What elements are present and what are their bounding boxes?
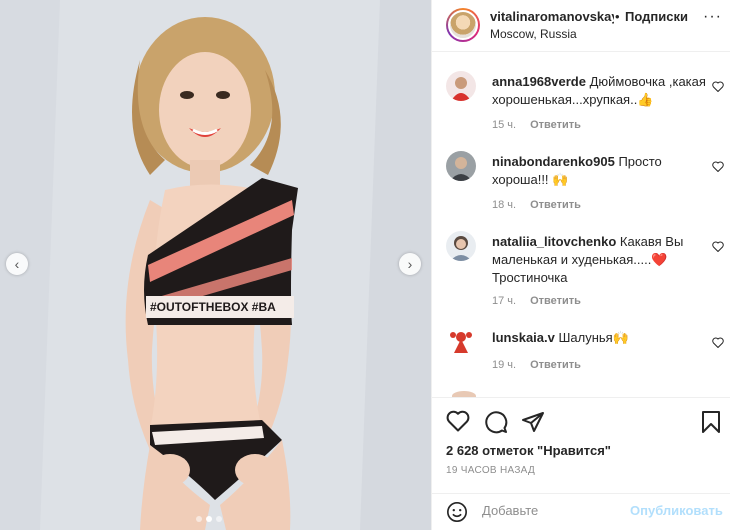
header-separator: • [615, 9, 620, 24]
bookmark-icon [702, 411, 720, 433]
smiley-icon [447, 502, 467, 522]
comment-item: nataliia_litovchenko Какавя Вы маленькая… [432, 213, 730, 309]
comment-text: nataliia_litovchenko Какавя Вы маленькая… [492, 234, 684, 285]
commenter-avatar[interactable] [446, 327, 476, 357]
comment-text: ninabondarenko905 Просто хороша!!! 🙌 [492, 154, 662, 187]
more-options-icon[interactable]: ··· [703, 8, 722, 26]
carousel-indicator [196, 516, 222, 522]
following-button[interactable]: Подписки [625, 9, 688, 24]
publish-button[interactable]: Опубликовать [630, 503, 723, 518]
post-location[interactable]: Moscow, Russia [490, 27, 577, 41]
post-side-panel: vitalinaromanovskaya • Подписки Moscow, … [431, 0, 730, 530]
emoji-button[interactable] [446, 501, 468, 528]
add-comment-row: Опубликовать [432, 493, 730, 528]
commenter-username[interactable]: anna1968verde [492, 74, 586, 89]
reply-button[interactable]: Ответить [530, 359, 581, 371]
heart-icon[interactable] [712, 241, 724, 255]
commenter-username[interactable]: ninabondarenko905 [492, 154, 615, 169]
carousel-dot [216, 516, 222, 522]
post-actions: 2 628 отметок "Нравится" 19 ЧАСОВ НАЗАД … [432, 397, 730, 527]
comment-item: ninabondarenko905 Просто хороша!!! 🙌 18 … [432, 133, 730, 213]
save-button[interactable] [701, 410, 721, 439]
comment-button[interactable] [484, 410, 508, 439]
comment-item: lunskaia.v Шалунья🙌 19 ч. Ответить [432, 309, 730, 389]
comment-icon [485, 411, 508, 434]
comment-text: anna1968verde Дюймовочка ,какая хорошень… [492, 74, 706, 107]
comment-text: lunskaia.v Шалунья🙌 [492, 330, 629, 345]
heart-icon[interactable] [712, 81, 724, 95]
reply-button[interactable]: Ответить [530, 199, 581, 211]
comment-meta: 19 ч. Ответить [492, 359, 581, 371]
commenter-avatar[interactable] [446, 151, 476, 181]
model-illustration: #OUTOFTHEBOX #BA [0, 0, 431, 530]
comments-list: anna1968verde Дюймовочка ,какая хорошень… [432, 53, 730, 397]
heart-icon[interactable] [712, 337, 724, 351]
post-timestamp[interactable]: 19 ЧАСОВ НАЗАД [446, 465, 535, 476]
commenter-avatar[interactable] [446, 231, 476, 261]
comment-item: anna1968verde Дюймовочка ,какая хорошень… [432, 53, 730, 133]
chevron-right-icon: › [407, 256, 413, 272]
author-username[interactable]: vitalinaromanovskaya [490, 9, 614, 24]
comment-time[interactable]: 18 ч. [492, 199, 516, 211]
reply-button[interactable]: Ответить [530, 119, 581, 131]
previous-photo-button[interactable]: ‹ [6, 253, 28, 275]
commenter-username[interactable]: nataliia_litovchenko [492, 234, 616, 249]
like-button[interactable] [446, 410, 470, 437]
author-avatar[interactable] [446, 8, 480, 42]
post-header: vitalinaromanovskaya • Подписки Moscow, … [432, 0, 730, 52]
commenter-avatar[interactable] [446, 71, 476, 101]
comment-meta: 18 ч. Ответить [492, 199, 581, 211]
likes-count[interactable]: 2 628 отметок "Нравится" [446, 443, 611, 458]
heart-icon [446, 410, 470, 432]
commenter-username[interactable]: lunskaia.v [492, 330, 555, 345]
comment-time[interactable]: 17 ч. [492, 295, 516, 307]
heart-icon[interactable] [712, 161, 724, 175]
comment-time[interactable]: 15 ч. [492, 119, 516, 131]
comment-meta: 17 ч. Ответить [492, 295, 581, 307]
comment-meta: 15 ч. Ответить [492, 119, 581, 131]
paper-plane-icon [522, 412, 544, 432]
carousel-dot [196, 516, 202, 522]
reply-button[interactable]: Ответить [530, 295, 581, 307]
chevron-left-icon: ‹ [14, 256, 20, 272]
comment-input[interactable] [482, 503, 622, 518]
comment-time[interactable]: 19 ч. [492, 359, 516, 371]
post-photo[interactable]: #OUTOFTHEBOX #BA ‹ › [0, 0, 431, 530]
next-photo-button[interactable]: › [399, 253, 421, 275]
print-text: #OUTOFTHEBOX #BA [150, 300, 276, 314]
carousel-dot-active [206, 516, 212, 522]
share-button[interactable] [521, 410, 545, 439]
